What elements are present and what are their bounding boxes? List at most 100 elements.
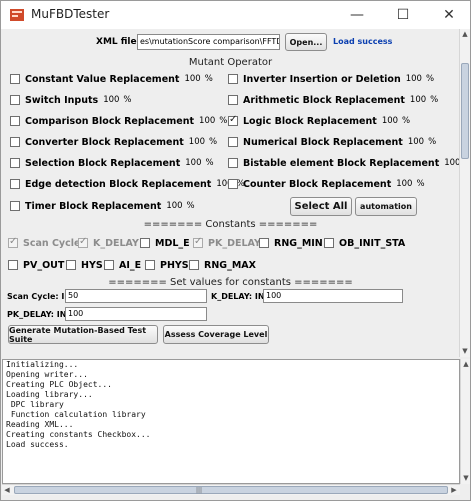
operator-percentage-unit: % [204,74,213,84]
operator-percentage: 100 [396,179,413,189]
operator-label: Timer Block Replacement [25,200,162,212]
operator-percentage: 100 [188,137,206,147]
operator-label: Edge detection Block Replacement [25,178,212,190]
operator-percentage: 100 [199,116,216,126]
checkbox-arithmetic-block-replacement[interactable] [228,95,238,105]
operator-option-edge-detection-block-replacement[interactable]: Edge detection Block Replacement 100% [10,176,245,192]
operator-percentage-unit: % [425,74,435,84]
constant-label: PHYS [160,259,189,271]
operator-option-timer-block-replacement[interactable]: Timer Block Replacement 100% [10,198,195,214]
checkbox-scan-cycle [8,236,18,248]
operator-percentage: 100 [381,116,399,126]
constant-label: HYS [81,259,103,271]
checkbox-constant-value-replacement[interactable] [10,74,20,84]
checkbox-rng-min[interactable] [259,238,269,248]
checkbox-pk-delay [193,236,203,248]
operator-percentage-unit: % [205,158,214,168]
scroll-left-arrow-icon[interactable]: ◀ [2,485,12,495]
scroll-right-arrow-icon[interactable]: ▶ [449,485,459,495]
operator-label: Inverter Insertion or Deletion [243,73,401,85]
select-all-button[interactable]: Select All [290,197,352,216]
operator-percentage: 100 [185,158,202,168]
pk-delay-label: PK_DELAY: INT [7,310,72,319]
operator-option-switch-inputs[interactable]: Switch Inputs 100% [10,92,132,108]
minimize-button[interactable]: — [339,1,375,29]
console-horizontal-scrollbar[interactable]: ◀ ||| ▶ [2,484,460,495]
k-delay-input[interactable]: 100 [263,289,403,303]
checkbox-k-delay [78,236,88,248]
console-line: Creating PLC Object... [6,380,112,389]
checkbox-logic-block-replacement[interactable] [228,114,238,126]
operator-label: Logic Block Replacement [243,115,377,127]
operator-option-logic-block-replacement[interactable]: Logic Block Replacement 100% [228,113,410,129]
checkbox-hys[interactable] [66,260,76,270]
checkbox-numerical-block-replacement[interactable] [228,137,238,147]
scroll-up-arrow-icon[interactable]: ▲ [460,29,470,39]
constant-label: PV_OUT [23,259,65,271]
checkbox-bistable-element-block-replacement[interactable] [228,158,238,168]
constant-option-hys[interactable]: HYS [66,257,103,273]
constant-option-rng-max[interactable]: RNG_MAX [189,257,256,273]
operator-label: Switch Inputs [25,94,99,106]
checkbox-comparison-block-replacement[interactable] [10,116,20,126]
checkbox-phys[interactable] [145,260,155,270]
constant-option-ai-e[interactable]: AI_E [104,257,141,273]
operator-percentage-unit: % [402,116,411,126]
checkbox-inverter-insertion-or-deletion[interactable] [228,74,238,84]
operator-option-arithmetic-block-replacement[interactable]: Arithmetic Block Replacement 100% [228,92,438,108]
constant-option-phys[interactable]: PHYS [145,257,189,273]
operator-percentage: 100 [184,74,201,84]
scroll-grip-icon: ||| [196,487,203,494]
open-button[interactable]: Open... [285,33,327,51]
checkbox-pv-out[interactable] [8,260,18,270]
main-vertical-scrollbar[interactable]: ▲ ▼ [459,29,470,357]
constant-label: K_DELAY [93,237,139,249]
operator-option-numerical-block-replacement[interactable]: Numerical Block Replacement 100% [228,134,436,150]
operator-option-bistable-element-block-replacement[interactable]: Bistable element Block Replacement100% [228,155,459,171]
operator-option-counter-block-replacement[interactable]: Counter Block Replacement 100% [228,176,425,192]
k-delay-label: K_DELAY: INT [211,292,271,301]
operator-percentage-unit: % [123,95,132,105]
constant-option-ob-init-sta[interactable]: OB_INIT_STA [324,235,405,251]
operator-option-converter-block-replacement[interactable]: Converter Block Replacement 100% [10,134,217,150]
scan-cycle-input[interactable]: 50 [65,289,207,303]
operator-label: Constant Value Replacement [25,73,180,85]
constant-option-mdl-e[interactable]: MDL_E [140,235,190,251]
constant-option-pv-out[interactable]: PV_OUT [8,257,64,273]
operator-label: Numerical Block Replacement [243,136,403,148]
pk-delay-input[interactable]: 100 [65,307,207,321]
operator-percentage-unit: % [416,179,425,189]
automation-button[interactable]: automation [355,197,417,216]
checkbox-timer-block-replacement[interactable] [10,201,20,211]
app-icon [10,9,24,21]
console-line: Load success. [6,440,69,449]
maximize-button[interactable]: ☐ [385,1,421,29]
assess-coverage-button[interactable]: Assess Coverage Level [163,325,269,344]
checkbox-counter-block-replacement[interactable] [228,179,238,189]
constant-option-rng-min[interactable]: RNG_MIN [259,235,323,251]
scroll-thumb[interactable] [461,63,469,159]
operator-option-constant-value-replacement[interactable]: Constant Value Replacement 100% [10,71,213,87]
console-scroll-up-arrow-icon[interactable]: ▲ [461,359,471,369]
horizontal-scroll-thumb[interactable]: ||| [14,486,448,494]
console-vertical-scrollbar[interactable]: ▲ ▼ [460,359,470,484]
operator-percentage-unit: % [209,137,218,147]
checkbox-mdl-e[interactable] [140,238,150,248]
checkbox-ai-e[interactable] [104,260,114,270]
checkbox-ob-init-sta[interactable] [324,238,334,248]
xml-file-path-field[interactable]: es\mutationScore comparison\FFTD.xml [137,34,280,50]
operator-option-comparison-block-replacement[interactable]: Comparison Block Replacement 100% [10,113,227,129]
console-scroll-down-arrow-icon[interactable]: ▼ [461,473,471,483]
checkbox-selection-block-replacement[interactable] [10,158,20,168]
generate-test-suite-button[interactable]: Generate Mutation-Based Test Suite [8,325,158,344]
operator-option-inverter-insertion-or-deletion[interactable]: Inverter Insertion or Deletion 100% [228,71,434,87]
operator-option-selection-block-replacement[interactable]: Selection Block Replacement 100% [10,155,214,171]
close-button[interactable]: ✕ [431,1,467,29]
checkbox-rng-max[interactable] [189,260,199,270]
checkbox-edge-detection-block-replacement[interactable] [10,179,20,189]
checkbox-switch-inputs[interactable] [10,95,20,105]
operator-label: Selection Block Replacement [25,157,181,169]
checkbox-converter-block-replacement[interactable] [10,137,20,147]
console-log[interactable]: Initializing... Opening writer... Creating… [2,359,460,484]
scroll-down-arrow-icon[interactable]: ▼ [460,346,470,356]
